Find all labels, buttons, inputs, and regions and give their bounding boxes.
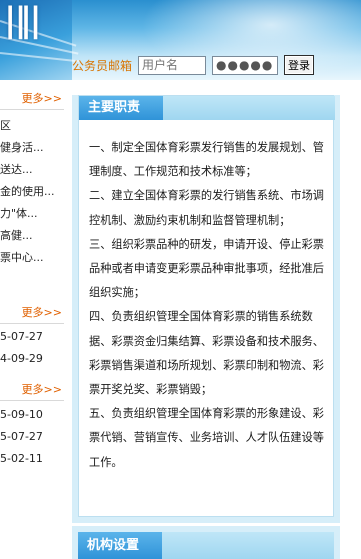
- left-list-1: 区 健身活... 送达... 金的使用... 力"体... 高健... 票中心.…: [0, 110, 64, 269]
- list-item[interactable]: 区: [0, 115, 64, 137]
- duty-paragraph: 一、制定全国体育彩票发行销售的发展规划、管理制度、工作规范和技术标准等；: [89, 141, 324, 179]
- org-title: 机构设置: [78, 532, 162, 559]
- more-link-1[interactable]: 更多>>: [22, 90, 62, 106]
- username-input[interactable]: [138, 55, 207, 75]
- banner-logo-glyph: |‖|: [4, 0, 42, 40]
- login-button[interactable]: 登录: [284, 55, 315, 75]
- left-news-box-2: 更多>> 5-07-27 4-09-29: [0, 300, 64, 370]
- left-news-box-3: 更多>> 5-09-10 5-07-27 5-02-11: [0, 377, 64, 470]
- list-item-date[interactable]: 5-02-11: [0, 448, 64, 470]
- left-news-box-1: 更多>> 区 健身活... 送达... 金的使用... 力"体... 高健...…: [0, 86, 64, 269]
- duties-panel: 主要职责 一、制定全国体育彩票发行销售的发展规划、管理制度、工作规范和技术标准等…: [78, 95, 335, 517]
- duties-body: 一、制定全国体育彩票发行销售的发展规划、管理制度、工作规范和技术标准等； 二、建…: [89, 136, 329, 475]
- list-item-date[interactable]: 5-07-27: [0, 426, 64, 448]
- list-item-date[interactable]: 5-07-27: [0, 326, 64, 348]
- left-box-1-header: 更多>>: [0, 86, 64, 110]
- duties-section: 主要职责 一、制定全国体育彩票发行销售的发展规划、管理制度、工作规范和技术标准等…: [72, 95, 340, 523]
- org-section: 机构设置: [72, 526, 340, 559]
- list-item[interactable]: 金的使用...: [0, 181, 64, 203]
- left-box-3-header: 更多>>: [0, 377, 64, 401]
- list-item[interactable]: 送达...: [0, 159, 64, 181]
- mail-login-label: 公务员邮箱: [72, 58, 133, 73]
- banner-artwork: |‖|: [0, 0, 80, 80]
- left-column: 更多>> 区 健身活... 送达... 金的使用... 力"体... 高健...…: [0, 80, 64, 559]
- left-box-2-header: 更多>>: [0, 300, 64, 324]
- list-item[interactable]: 票中心...: [0, 247, 64, 269]
- password-input[interactable]: [212, 55, 279, 75]
- list-item[interactable]: 健身活...: [0, 137, 64, 159]
- duties-panel-header: 主要职责: [79, 96, 335, 120]
- list-item-date[interactable]: 4-09-29: [0, 348, 64, 370]
- left-list-2: 5-07-27 4-09-29: [0, 324, 64, 370]
- login-bar: 公务员邮箱 登录: [72, 54, 361, 76]
- duty-paragraph: 三、组织彩票品种的研发，申请开设、停止彩票品种或者申请变更彩票品种审批事项，经批…: [89, 237, 324, 300]
- org-panel-header: 机构设置: [78, 532, 334, 559]
- list-item-date[interactable]: 5-09-10: [0, 404, 64, 426]
- duty-paragraph: 四、负责组织管理全国体育彩票的销售系统数据、彩票资金归集结算、彩票设备和技术服务…: [89, 310, 324, 397]
- duties-title: 主要职责: [79, 96, 163, 120]
- list-item[interactable]: 高健...: [0, 225, 64, 247]
- duty-paragraph: 二、建立全国体育彩票的发行销售系统、市场调控机制、激励约束机制和监督管理机制；: [89, 189, 324, 227]
- left-list-3: 5-09-10 5-07-27 5-02-11: [0, 401, 64, 470]
- more-link-3[interactable]: 更多>>: [22, 381, 62, 397]
- header-banner: |‖| 公务员邮箱 登录: [0, 0, 361, 80]
- list-item[interactable]: 力"体...: [0, 203, 64, 225]
- more-link-2[interactable]: 更多>>: [22, 304, 62, 320]
- duty-paragraph: 五、负责组织管理全国体育彩票的形象建设、彩票代销、营销宣传、业务培训、人才队伍建…: [89, 407, 324, 469]
